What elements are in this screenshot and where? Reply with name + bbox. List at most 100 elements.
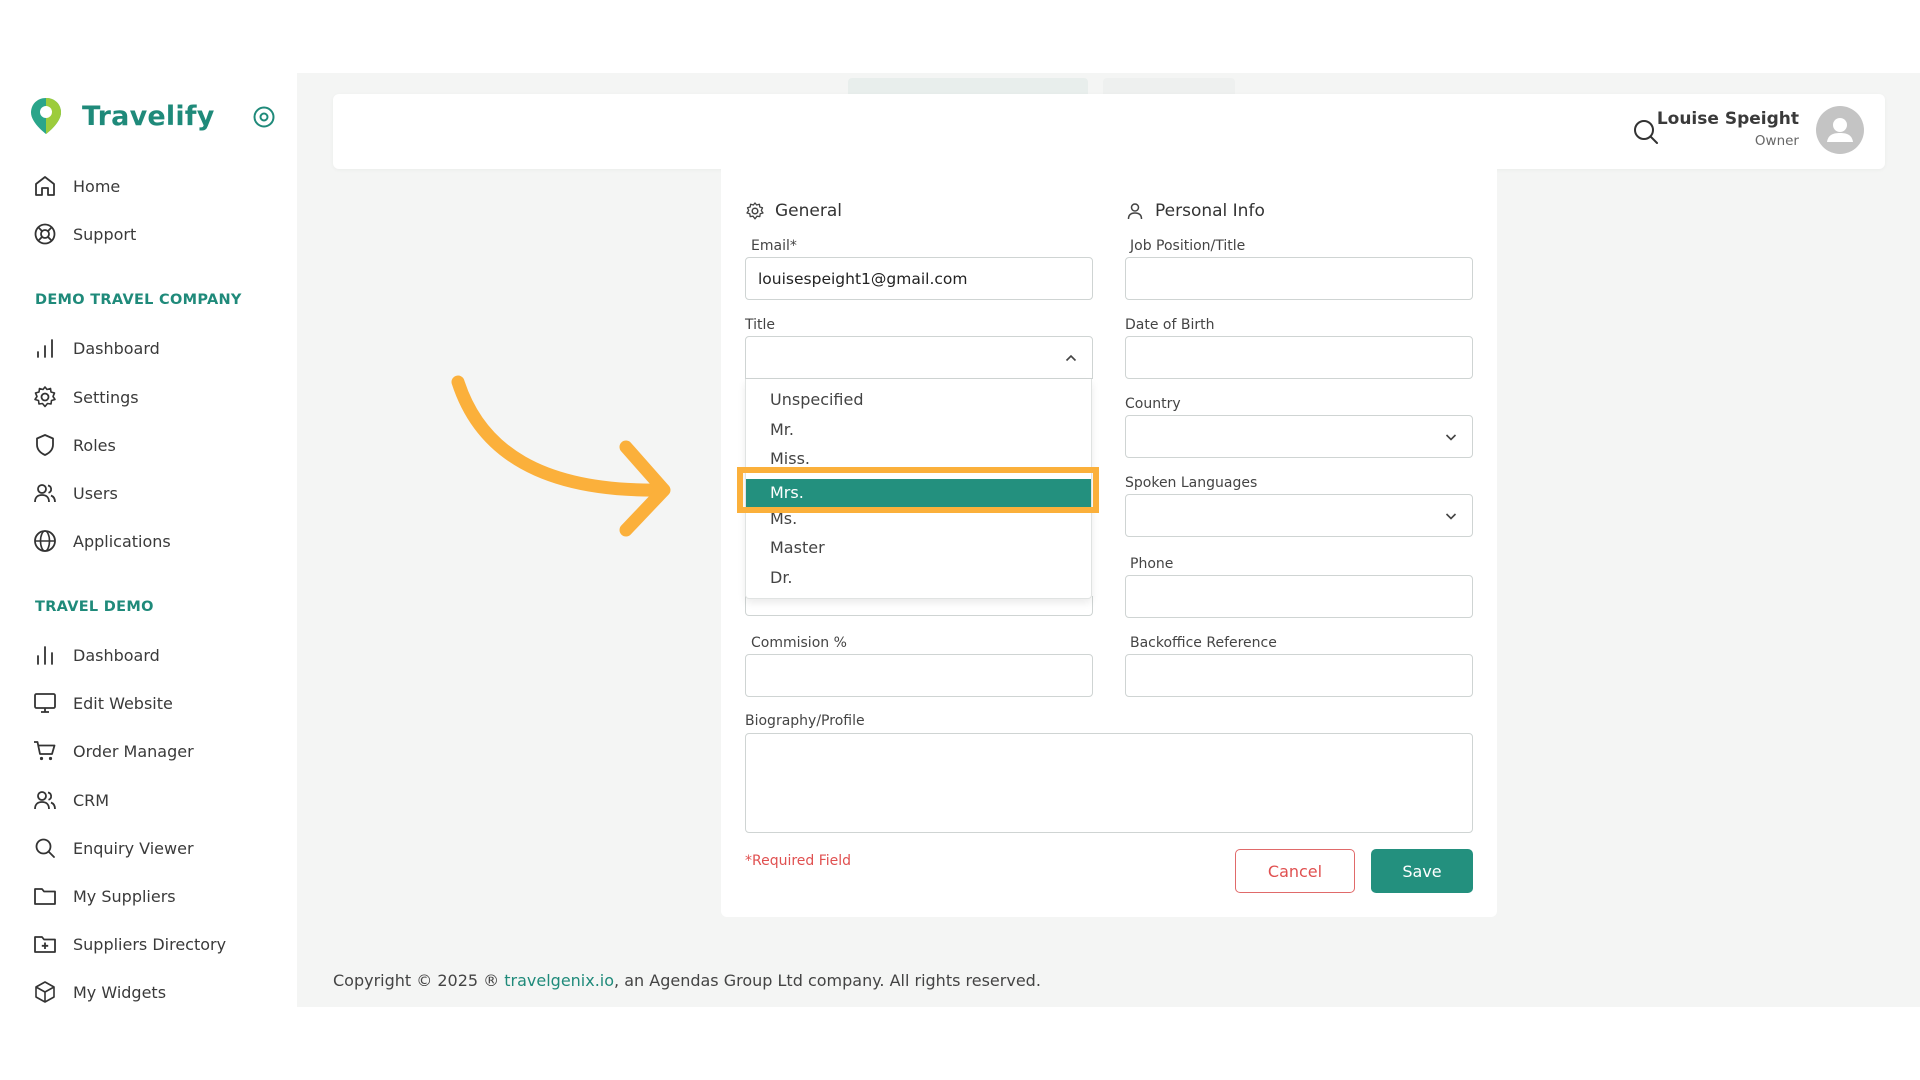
- date-of-birth-field[interactable]: [1125, 336, 1473, 379]
- sidebar-item-label: Dashboard: [73, 338, 160, 358]
- footer-link[interactable]: travelgenix.io: [504, 971, 614, 990]
- commission-field[interactable]: [745, 654, 1093, 697]
- sidebar-item-crm[interactable]: CRM: [32, 785, 109, 815]
- sidebar-item-order-manager[interactable]: Order Manager: [32, 736, 194, 766]
- phone-label: Phone: [1130, 556, 1174, 572]
- country-select[interactable]: [1125, 415, 1473, 458]
- commission-label: Commision %: [751, 635, 847, 651]
- sidebar-item-label: Edit Website: [73, 693, 173, 713]
- cube-icon: [35, 981, 55, 1003]
- sidebar-item-enquiry-viewer[interactable]: Enquiry Viewer: [32, 833, 194, 863]
- title-select[interactable]: [745, 336, 1093, 379]
- users-icon: [34, 791, 56, 810]
- annotation-arrow-icon: [451, 375, 671, 537]
- sidebar-item-my-widgets[interactable]: My Widgets: [32, 977, 166, 1007]
- chevron-down-icon: [1445, 513, 1457, 520]
- sidebar-item-label: Suppliers Directory: [73, 934, 227, 954]
- user-role: Owner: [1754, 133, 1799, 149]
- spoken-languages-select[interactable]: [1125, 494, 1473, 537]
- avatar[interactable]: [1816, 106, 1864, 154]
- sidebar-item-edit-website[interactable]: Edit Website: [32, 688, 173, 718]
- sidebar-item-my-suppliers[interactable]: My Suppliers: [32, 881, 176, 911]
- search-icon: [35, 838, 55, 858]
- globe-icon: [34, 530, 56, 552]
- sidebar-item-settings[interactable]: Settings: [32, 382, 139, 412]
- section-general: General: [745, 201, 842, 221]
- biography-textarea[interactable]: [745, 733, 1473, 833]
- bio-label: Biography/Profile: [745, 713, 865, 729]
- home-icon: [35, 176, 55, 196]
- sidebar-item-label: Support: [73, 224, 137, 244]
- collapse-sidebar-icon[interactable]: [251, 104, 277, 130]
- sidebar-item-label: CRM: [73, 790, 110, 810]
- backoffice-reference-field[interactable]: [1125, 654, 1473, 697]
- email-field[interactable]: louisespeight1@gmail.com: [745, 257, 1093, 300]
- section-title-personal: Personal Info: [1155, 201, 1265, 221]
- sidebar-item-label: Applications: [73, 531, 171, 551]
- hidden-field-edge: [745, 596, 1093, 616]
- dropdown-option-mr[interactable]: Mr.: [770, 420, 794, 439]
- dropdown-option-miss[interactable]: Miss.: [770, 449, 810, 468]
- gear-icon: [746, 202, 764, 220]
- highlight-box: [737, 467, 1099, 513]
- sidebar-item-roles[interactable]: Roles: [32, 430, 116, 460]
- cancel-button[interactable]: Cancel: [1235, 849, 1355, 893]
- dropdown-option-dr[interactable]: Dr.: [770, 568, 793, 587]
- users-icon: [34, 484, 56, 503]
- chevron-up-icon: [1065, 354, 1077, 362]
- chevron-down-icon: [1445, 434, 1457, 441]
- dropdown-option-master[interactable]: Master: [770, 538, 825, 557]
- sidebar-item-label: Home: [73, 176, 121, 196]
- save-button[interactable]: Save: [1371, 849, 1473, 893]
- folder-icon: [34, 888, 56, 905]
- brand-logo[interactable]: Travelify: [28, 96, 215, 136]
- email-value: louisespeight1@gmail.com: [758, 269, 968, 288]
- section-personal-info: Personal Info: [1125, 201, 1265, 221]
- languages-label: Spoken Languages: [1125, 475, 1258, 491]
- sidebar-item-label: Settings: [73, 387, 139, 407]
- sidebar-item-support[interactable]: Support: [32, 219, 136, 249]
- sidebar-item-applications[interactable]: Applications: [32, 526, 171, 556]
- sidebar-item-label: Order Manager: [73, 741, 194, 761]
- sidebar-item-label: My Suppliers: [73, 886, 176, 906]
- gear-icon: [34, 386, 56, 408]
- required-field-note: *Required Field: [745, 853, 852, 869]
- person-icon: [1127, 203, 1143, 220]
- sidebar-section-heading: DEMO TRAVEL COMPANY: [35, 292, 242, 308]
- user-icon: [1827, 118, 1853, 142]
- sidebar-section-heading: TRAVEL DEMO: [35, 599, 154, 615]
- folder-plus-icon: [34, 936, 56, 953]
- sidebar-item-home[interactable]: Home: [32, 171, 120, 201]
- sidebar-item-label: My Widgets: [73, 982, 167, 1002]
- brand-name: Travelify: [82, 100, 215, 132]
- user-name: Louise Speight: [1656, 109, 1799, 129]
- dob-label: Date of Birth: [1125, 317, 1215, 333]
- sidebar-item-label: Roles: [73, 435, 116, 455]
- sidebar-item-dashboard[interactable]: Dashboard: [32, 333, 160, 363]
- shield-icon: [36, 434, 54, 456]
- title-label: Title: [745, 317, 776, 333]
- phone-field[interactable]: [1125, 575, 1473, 618]
- bar-chart-icon: [37, 339, 53, 358]
- sidebar-item-label: Enquiry Viewer: [73, 838, 194, 858]
- footer-prefix: Copyright © 2025 ®: [333, 971, 505, 990]
- email-label: Email*: [751, 238, 797, 254]
- monitor-icon: [34, 693, 56, 713]
- job-position-field[interactable]: [1125, 257, 1473, 300]
- footer-suffix: , an Agendas Group Ltd company. All righ…: [614, 971, 1041, 990]
- section-title-general: General: [775, 201, 842, 221]
- bar-chart-icon: [37, 646, 53, 665]
- dropdown-option-unspecified[interactable]: Unspecified: [770, 390, 864, 409]
- cart-icon: [34, 741, 56, 761]
- sidebar-item-label: Dashboard: [73, 645, 160, 665]
- sidebar-item-users[interactable]: Users: [32, 478, 118, 508]
- sidebar-item-suppliers-directory[interactable]: Suppliers Directory: [32, 929, 226, 959]
- job-label: Job Position/Title: [1130, 238, 1246, 254]
- map-pin-icon: [31, 98, 61, 134]
- country-label: Country: [1125, 396, 1181, 412]
- sidebar-item-label: Users: [73, 483, 118, 503]
- lifebuoy-icon: [34, 223, 56, 245]
- footer-copyright: Copyright © 2025 ® travelgenix.io, an Ag…: [333, 971, 1041, 990]
- backoffice-label: Backoffice Reference: [1130, 635, 1277, 651]
- sidebar-item-dashboard[interactable]: Dashboard: [32, 640, 160, 670]
